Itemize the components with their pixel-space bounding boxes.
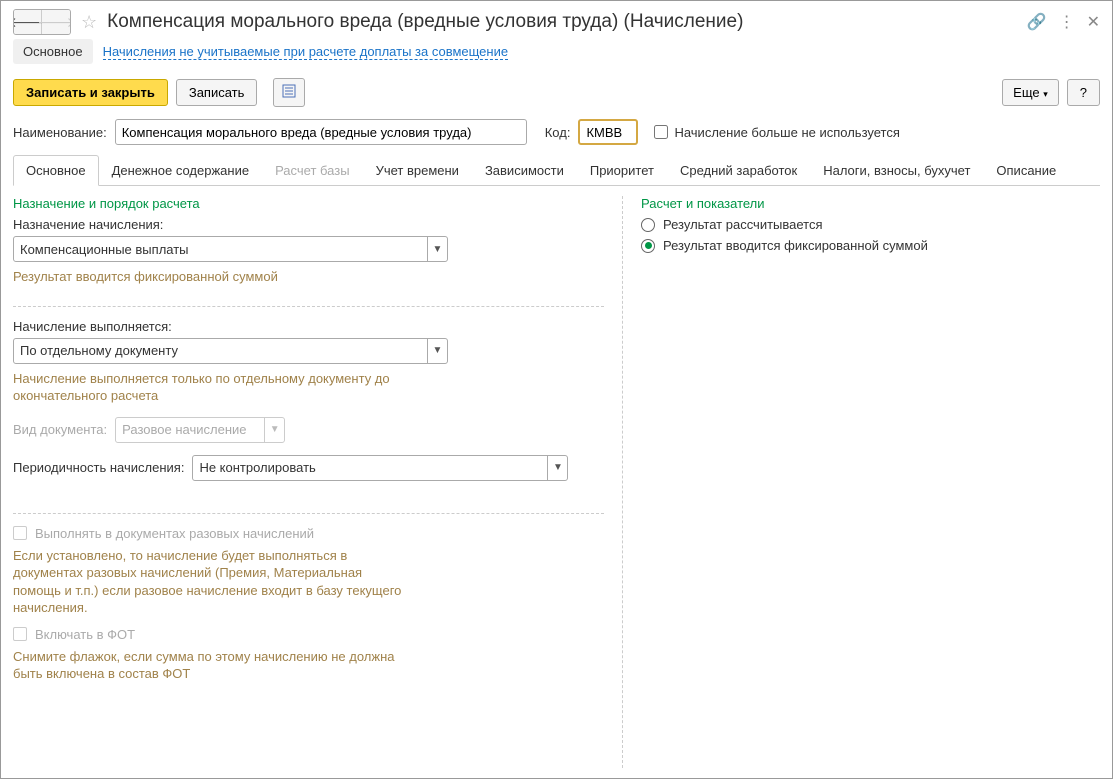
list-icon	[282, 84, 296, 98]
page-title: Компенсация морального вреда (вредные ус…	[107, 11, 1021, 33]
chevron-down-icon: ▼	[427, 339, 447, 363]
related-link[interactable]: Начисления не учитываемые при расчете до…	[103, 44, 509, 60]
close-icon[interactable]: ✕	[1087, 12, 1100, 32]
menu-dots-icon[interactable]: ⋮	[1059, 12, 1075, 32]
tab-time[interactable]: Учет времени	[363, 155, 472, 185]
chevron-down-icon: ▼	[427, 237, 447, 261]
cb1-label: Выполнять в документах разовых начислени…	[35, 526, 314, 541]
checkbox-icon	[13, 627, 27, 641]
toolbar: Записать и закрыть Записать Еще ▾ ?	[1, 72, 1112, 113]
tab-money[interactable]: Денежное содержание	[99, 155, 262, 185]
exec-value: По отдельному документу	[14, 343, 427, 358]
tab-deps[interactable]: Зависимости	[472, 155, 577, 185]
link-bar: Основное Начисления не учитываемые при р…	[1, 39, 1112, 72]
no-use-checkbox[interactable]	[654, 125, 668, 139]
radio1-label: Результат рассчитывается	[663, 217, 823, 232]
radio-icon	[641, 239, 655, 253]
code-input[interactable]	[578, 119, 638, 145]
document-lines-button[interactable]	[273, 78, 305, 107]
no-use-label: Начисление больше не используется	[674, 125, 899, 140]
purpose-label: Назначение начисления:	[13, 217, 604, 232]
purpose-hint: Результат вводится фиксированной суммой	[13, 268, 604, 286]
cb2-row[interactable]: Включать в ФОТ	[13, 627, 604, 642]
tab-main[interactable]: Основное	[13, 155, 99, 186]
period-label: Периодичность начисления:	[13, 460, 184, 475]
more-button[interactable]: Еще ▾	[1002, 79, 1059, 106]
help-button[interactable]: ?	[1067, 79, 1100, 106]
radio2-label: Результат вводится фиксированной суммой	[663, 238, 928, 253]
name-label: Наименование:	[13, 125, 107, 140]
save-button[interactable]: Записать	[176, 79, 258, 106]
exec-label: Начисление выполняется:	[13, 319, 604, 334]
tab-base[interactable]: Расчет базы	[262, 155, 363, 185]
cb2-label: Включать в ФОТ	[35, 627, 135, 642]
radio-icon	[641, 218, 655, 232]
chevron-down-icon: ▼	[547, 456, 567, 480]
radio1-row[interactable]: Результат рассчитывается	[641, 217, 1100, 232]
left-column: Назначение и порядок расчета Назначение …	[13, 196, 623, 768]
fields-row: Наименование: Код: Начисление больше не …	[1, 113, 1112, 151]
forward-button[interactable]: 🡒	[42, 10, 70, 34]
doc-type-value: Разовое начисление	[116, 422, 264, 437]
checkbox-icon	[13, 526, 27, 540]
tab-priority[interactable]: Приоритет	[577, 155, 667, 185]
tabs: Основное Денежное содержание Расчет базы…	[13, 155, 1100, 186]
save-close-button[interactable]: Записать и закрыть	[13, 79, 168, 106]
cb2-hint: Снимите флажок, если сумма по этому начи…	[13, 648, 413, 683]
right-column: Расчет и показатели Результат рассчитыва…	[623, 196, 1100, 768]
chevron-down-icon: ▾	[1043, 89, 1048, 99]
star-icon[interactable]: ☆	[81, 12, 97, 33]
cb1-hint: Если установлено, то начисление будет вы…	[13, 547, 413, 617]
doc-type-select[interactable]: Разовое начисление ▼	[115, 417, 285, 443]
tab-avg[interactable]: Средний заработок	[667, 155, 810, 185]
exec-hint: Начисление выполняется только по отдельн…	[13, 370, 448, 405]
radio2-row[interactable]: Результат вводится фиксированной суммой	[641, 238, 1100, 253]
main-link[interactable]: Основное	[13, 39, 93, 64]
tab-descr[interactable]: Описание	[983, 155, 1069, 185]
purpose-value: Компенсационные выплаты	[14, 242, 427, 257]
chevron-down-icon: ▼	[264, 418, 284, 442]
purpose-select[interactable]: Компенсационные выплаты ▼	[13, 236, 448, 262]
nav-buttons: 🡐 🡒	[13, 9, 71, 35]
link-icon[interactable]: 🔗	[1027, 12, 1047, 32]
divider	[13, 513, 604, 514]
tab-taxes[interactable]: Налоги, взносы, бухучет	[810, 155, 983, 185]
period-value: Не контролировать	[193, 460, 547, 475]
code-label: Код:	[545, 125, 571, 140]
cb1-row[interactable]: Выполнять в документах разовых начислени…	[13, 526, 604, 541]
period-select[interactable]: Не контролировать ▼	[192, 455, 568, 481]
tab-content: Назначение и порядок расчета Назначение …	[1, 186, 1112, 778]
no-use-checkbox-wrap[interactable]: Начисление больше не используется	[654, 125, 899, 140]
divider	[13, 306, 604, 307]
app-window: 🡐 🡒 ☆ Компенсация морального вреда (вред…	[0, 0, 1113, 779]
calc-section-title: Расчет и показатели	[641, 196, 1100, 211]
doc-type-label: Вид документа:	[13, 422, 107, 437]
purpose-section-title: Назначение и порядок расчета	[13, 196, 604, 211]
name-input[interactable]	[115, 119, 527, 145]
header-bar: 🡐 🡒 ☆ Компенсация морального вреда (вред…	[1, 1, 1112, 39]
exec-select[interactable]: По отдельному документу ▼	[13, 338, 448, 364]
